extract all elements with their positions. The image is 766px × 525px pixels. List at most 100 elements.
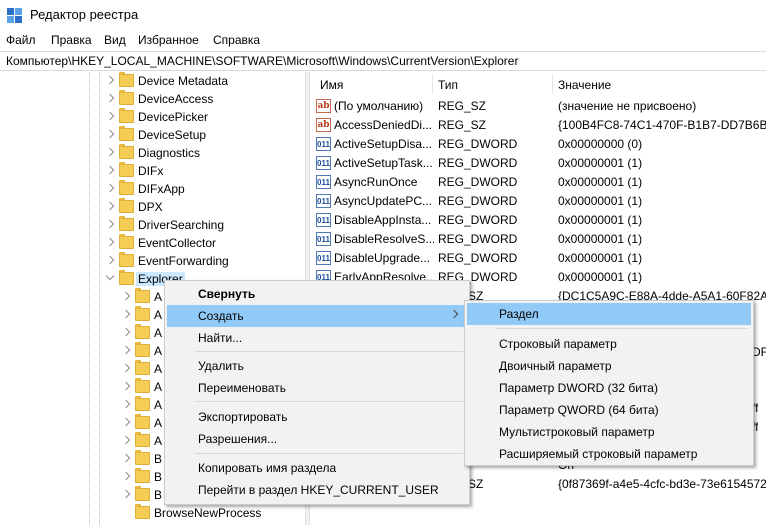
chevron-right-icon[interactable] [107, 184, 115, 192]
menu-edit[interactable]: Правка [51, 33, 92, 47]
tree-item-label: BrowseNewProcess [154, 506, 262, 520]
value-type: REG_DWORD [438, 194, 518, 208]
menu-bar: Файл Правка Вид Избранное Справка [0, 30, 766, 50]
address-path: Компьютер\HKEY_LOCAL_MACHINE\SOFTWARE\Mi… [6, 54, 519, 68]
value-row[interactable]: ab AccessDeniedDi... REG_SZ {100B4FC8-74… [310, 116, 766, 135]
chevron-right-icon[interactable] [107, 76, 115, 84]
value-row[interactable]: 011 DisableAppInsta... REG_DWORD 0x00000… [310, 211, 766, 230]
submenu-item-qword[interactable]: Параметр QWORD (64 бита) [467, 399, 751, 421]
menu-item-goto-hkcu[interactable]: Перейти в раздел HKEY_CURRENT_USER [167, 479, 467, 501]
folder-icon [119, 108, 134, 123]
column-divider[interactable] [432, 74, 433, 94]
submenu-item-key[interactable]: Раздел [467, 303, 751, 325]
tree-item-label: DPX [138, 200, 163, 214]
tree-guide-line [99, 72, 100, 525]
folder-icon [135, 414, 150, 429]
value-data: 0x00000001 (1) [558, 156, 643, 170]
chevron-right-icon[interactable] [123, 400, 131, 408]
context-menu: Свернуть Создать Найти... Удалить Переим… [164, 280, 470, 505]
tree-item-label: A [154, 362, 163, 376]
chevron-right-icon[interactable] [107, 166, 115, 174]
value-row[interactable]: ab (По умолчанию) REG_SZ (значение не пр… [310, 97, 766, 116]
folder-icon [119, 270, 134, 285]
menu-item-label: Переименовать [198, 381, 286, 395]
chevron-right-icon[interactable] [123, 364, 131, 372]
value-row[interactable]: 011 DisableUpgrade... REG_DWORD 0x000000… [310, 249, 766, 268]
folder-icon [119, 252, 134, 267]
folder-icon [135, 324, 150, 339]
submenu-item-dword[interactable]: Параметр DWORD (32 бита) [467, 377, 751, 399]
address-bar[interactable]: Компьютер\HKEY_LOCAL_MACHINE\SOFTWARE\Mi… [0, 51, 766, 71]
chevron-right-icon[interactable] [107, 148, 115, 156]
chevron-right-icon[interactable] [107, 220, 115, 228]
submenu-item-string[interactable]: Строковый параметр [467, 333, 751, 355]
folder-icon [135, 306, 150, 321]
menu-view[interactable]: Вид [104, 33, 126, 47]
chevron-right-icon[interactable] [107, 256, 115, 264]
value-data: 0x00000001 (1) [558, 175, 643, 189]
chevron-right-icon[interactable] [107, 238, 115, 246]
value-row[interactable]: 011 ActiveSetupTask... REG_DWORD 0x00000… [310, 154, 766, 173]
chevron-right-icon[interactable] [123, 436, 131, 444]
string-value-icon: ab [316, 99, 331, 113]
chevron-right-icon[interactable] [123, 328, 131, 336]
value-type: REG_DWORD [438, 213, 518, 227]
value-row[interactable]: 011 ActiveSetupDisa... REG_DWORD 0x00000… [310, 135, 766, 154]
menu-item-create[interactable]: Создать [167, 305, 467, 327]
submenu-item-label: Двоичный параметр [499, 359, 612, 373]
chevron-right-icon[interactable] [107, 130, 115, 138]
menu-item-rename[interactable]: Переименовать [167, 377, 467, 399]
tree-item-label: A [154, 398, 163, 412]
submenu-item-binary[interactable]: Двоичный параметр [467, 355, 751, 377]
menu-item-export[interactable]: Экспортировать [167, 406, 467, 428]
folder-icon [119, 144, 134, 159]
submenu-item-label: Строковый параметр [499, 337, 617, 351]
chevron-right-icon[interactable] [123, 454, 131, 462]
dword-value-icon: 011 [316, 232, 331, 246]
menu-item-collapse[interactable]: Свернуть [167, 283, 467, 305]
chevron-right-icon[interactable] [107, 94, 115, 102]
menu-item-find[interactable]: Найти... [167, 327, 467, 349]
dword-value-icon: 011 [316, 156, 331, 170]
value-row[interactable]: 011 AsyncRunOnce REG_DWORD 0x00000001 (1… [310, 173, 766, 192]
chevron-right-icon[interactable] [123, 310, 131, 318]
column-divider[interactable] [552, 74, 553, 94]
chevron-right-icon [449, 309, 459, 319]
menu-item-copy-key-name[interactable]: Копировать имя раздела [167, 457, 467, 479]
chevron-right-icon[interactable] [107, 202, 115, 210]
menu-item-delete[interactable]: Удалить [167, 355, 467, 377]
column-header-type[interactable]: Тип [438, 72, 458, 96]
tree-item-label: A [154, 326, 163, 340]
menu-separator [195, 401, 463, 402]
menu-item-permissions[interactable]: Разрешения... [167, 428, 467, 450]
tree-item-label: A [154, 290, 163, 304]
value-type: REG_DWORD [438, 175, 518, 189]
tree-item-label: A [154, 434, 163, 448]
chevron-right-icon[interactable] [123, 490, 131, 498]
folder-icon [119, 90, 134, 105]
chevron-right-icon[interactable] [123, 418, 131, 426]
chevron-down-icon[interactable] [106, 274, 114, 282]
chevron-right-icon[interactable] [123, 346, 131, 354]
dword-value-icon: 011 [316, 194, 331, 208]
value-name: DisableAppInsta... [334, 213, 432, 227]
menu-file[interactable]: Файл [6, 33, 36, 47]
value-type: REG_SZ [438, 99, 487, 113]
value-row[interactable]: 011 DisableResolveS... REG_DWORD 0x00000… [310, 230, 766, 249]
chevron-right-icon[interactable] [123, 382, 131, 390]
column-header-value[interactable]: Значение [558, 72, 611, 96]
submenu-item-multi-string[interactable]: Мультистроковый параметр [467, 421, 751, 443]
chevron-right-icon[interactable] [107, 112, 115, 120]
chevron-right-icon[interactable] [123, 292, 131, 300]
value-row[interactable]: 011 AsyncUpdatePC... REG_DWORD 0x0000000… [310, 192, 766, 211]
column-header-name[interactable]: Имя [320, 72, 343, 96]
tree-item-label: A [154, 380, 163, 394]
tree-item-label: DIFxApp [138, 182, 185, 196]
folder-icon [135, 468, 150, 483]
menu-help[interactable]: Справка [213, 33, 260, 47]
chevron-right-icon[interactable] [123, 472, 131, 480]
submenu-item-expandable-string[interactable]: Расширяемый строковый параметр [467, 443, 751, 465]
value-data: {100B4FC8-74C1-470F-B1B7-DD7B6BAE [558, 118, 766, 132]
menu-item-label: Найти... [198, 331, 243, 345]
menu-favorites[interactable]: Избранное [138, 33, 199, 47]
